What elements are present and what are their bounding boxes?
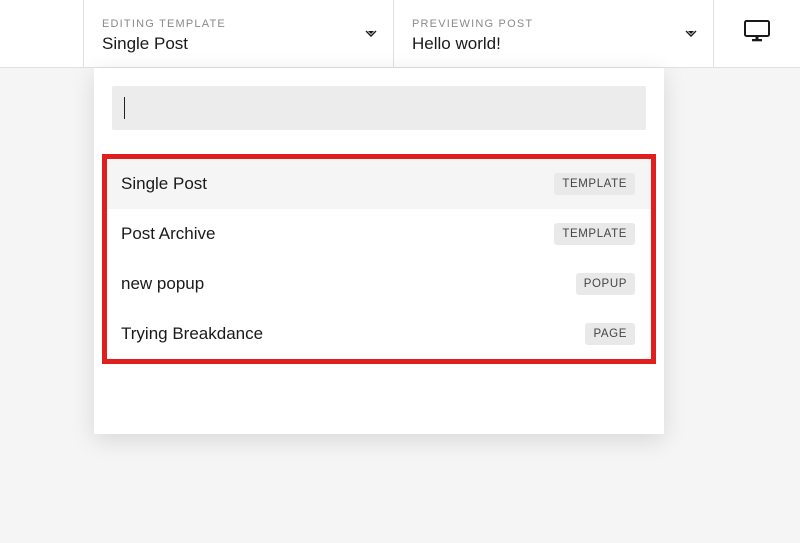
list-item[interactable]: Single Post TEMPLATE [107, 159, 651, 209]
type-badge: POPUP [576, 273, 635, 295]
chevron-down-icon [365, 30, 377, 38]
list-item-label: new popup [121, 274, 204, 294]
previewing-post-value: Hello world! [412, 34, 695, 54]
text-cursor [124, 97, 125, 119]
topbar: EDITING TEMPLATE Single Post PREVIEWING … [0, 0, 800, 68]
desktop-icon [744, 20, 770, 47]
type-badge: TEMPLATE [554, 173, 635, 195]
editing-template-label: EDITING TEMPLATE [102, 18, 375, 30]
list-item[interactable]: Trying Breakdance PAGE [107, 309, 651, 359]
search-input[interactable] [112, 86, 646, 130]
topbar-left-spacer [0, 0, 84, 67]
list-item-label: Single Post [121, 174, 207, 194]
editing-template-value: Single Post [102, 34, 375, 54]
previewing-post-label: PREVIEWING POST [412, 18, 695, 30]
list-item-label: Post Archive [121, 224, 216, 244]
chevron-down-icon [685, 30, 697, 38]
results-highlight-box: Single Post TEMPLATE Post Archive TEMPLA… [102, 154, 656, 364]
search-wrap [94, 68, 664, 146]
device-preview-button[interactable] [714, 0, 800, 67]
list-item[interactable]: new popup POPUP [107, 259, 651, 309]
previewing-post-selector[interactable]: PREVIEWING POST Hello world! [394, 0, 714, 67]
template-dropdown-panel: Single Post TEMPLATE Post Archive TEMPLA… [94, 68, 664, 434]
type-badge: TEMPLATE [554, 223, 635, 245]
list-item-label: Trying Breakdance [121, 324, 263, 344]
type-badge: PAGE [585, 323, 635, 345]
editing-template-selector[interactable]: EDITING TEMPLATE Single Post [84, 0, 394, 67]
list-item[interactable]: Post Archive TEMPLATE [107, 209, 651, 259]
